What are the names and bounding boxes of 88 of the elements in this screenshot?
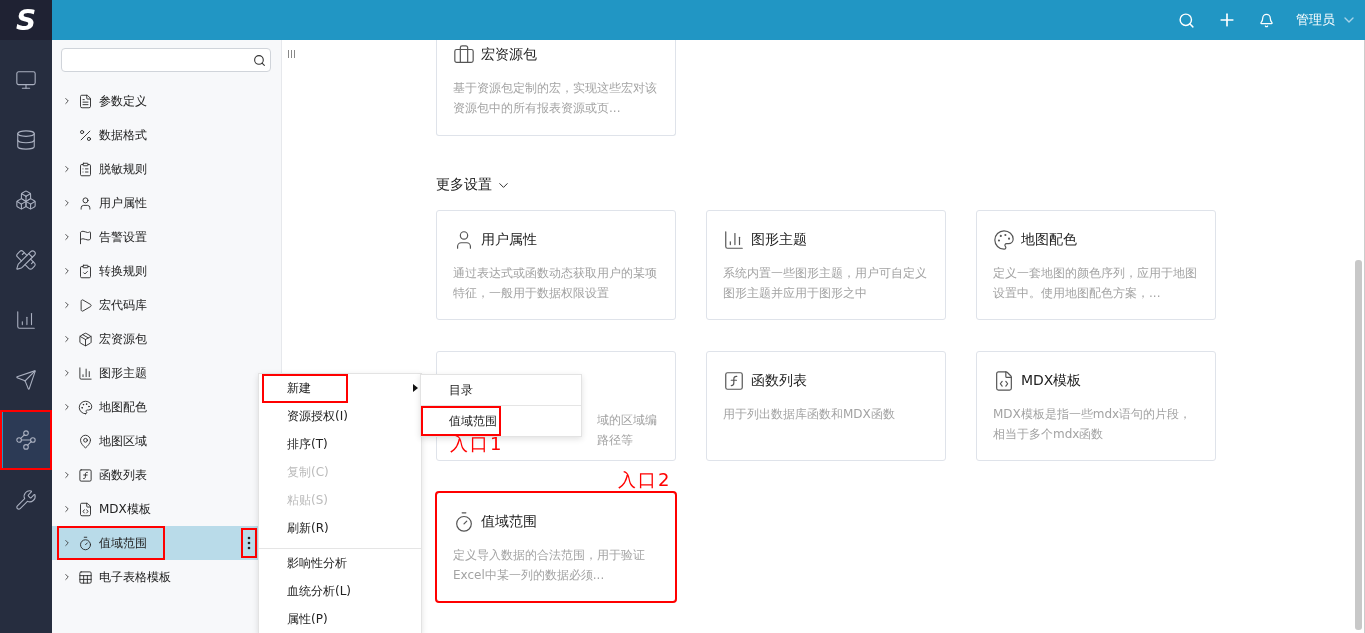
- palette-icon: [78, 399, 93, 415]
- chevron-icon: [62, 232, 72, 242]
- chevron-icon: [62, 334, 72, 344]
- card-description: 定义导入数据的合法范围，用于验证Excel中某一列的数据必须...: [453, 547, 646, 584]
- menu-item[interactable]: 目录: [421, 375, 581, 405]
- function-icon: [78, 467, 93, 483]
- card-title: 函数列表: [751, 372, 807, 390]
- search-icon: [253, 53, 266, 67]
- more-button[interactable]: [241, 528, 257, 558]
- send-icon: [15, 369, 37, 391]
- chevron-icon: [62, 164, 72, 174]
- chevron-icon: [62, 504, 72, 514]
- palette-icon: [993, 229, 1015, 251]
- waypoints-icon: [15, 429, 37, 451]
- section-toggle[interactable]: 更多设置: [436, 174, 511, 196]
- card-description: 路径等: [597, 432, 633, 449]
- chevron-icon: [62, 266, 72, 276]
- tree-item[interactable]: 转换规则: [52, 254, 281, 288]
- timer-icon: [78, 535, 93, 551]
- card[interactable]: 用户属性 通过表达式或函数动态获取用户的某项特征，一般用于数据权限设置: [436, 210, 676, 320]
- menu-item[interactable]: 影响性分析: [259, 548, 421, 577]
- tree-item[interactable]: 告警设置: [52, 220, 281, 254]
- card-description: 系统内置一些图形主题，用户可自定义图形主题并应用于图形之中: [723, 265, 928, 302]
- card-description: 基于资源包定制的宏，实现这些宏对该资源包中的所有报表资源或页...: [453, 80, 658, 117]
- clipboard-icon: [78, 161, 93, 177]
- chevron-icon: [62, 198, 72, 208]
- chevron-icon: [62, 402, 72, 412]
- card-title: 值域范围: [481, 513, 537, 531]
- percent-icon: [78, 127, 93, 143]
- chevron-icon: [62, 470, 72, 480]
- card[interactable]: 函数列表 用于列出数据库函数和MDX函数: [706, 351, 946, 461]
- chevron-icon: [62, 538, 72, 548]
- card-description: 定义一套地图的颜色序列，应用于地图设置中。使用地图配色方案，...: [993, 265, 1198, 302]
- card-title: 地图配色: [1021, 231, 1077, 249]
- card-title: 宏资源包: [481, 46, 537, 64]
- kebab-icon: [247, 536, 251, 550]
- tree-item[interactable]: 脱敏规则: [52, 152, 281, 186]
- briefcase-icon: [453, 44, 475, 66]
- pencil-ruler-icon: [15, 249, 37, 271]
- search-icon[interactable]: [1178, 11, 1195, 29]
- file-icon: [78, 93, 93, 109]
- grip-icon[interactable]: [288, 50, 295, 58]
- clipboard-check-icon: [78, 263, 93, 279]
- card[interactable]: 宏资源包 基于资源包定制的宏，实现这些宏对该资源包中的所有报表资源或页...: [436, 40, 676, 136]
- chart-icon: [78, 365, 93, 381]
- logo: S: [15, 3, 37, 37]
- menu-item[interactable]: 属性(P): [259, 605, 421, 633]
- chart-icon: [15, 309, 37, 331]
- tree-item[interactable]: 用户属性: [52, 186, 281, 220]
- card-description: MDX模板是指一些mdx语句的片段，相当于多个mdx函数: [993, 406, 1193, 443]
- annotation-label: 入口2: [618, 468, 672, 492]
- bell-icon[interactable]: [1259, 12, 1274, 28]
- chevron-icon: [62, 96, 72, 106]
- code-icon: [993, 370, 1015, 392]
- menu-item[interactable]: 值域范围: [421, 405, 581, 436]
- wrench-icon: [15, 489, 37, 511]
- sheet-icon: [78, 569, 93, 585]
- chart-icon: [723, 229, 745, 251]
- tree-item[interactable]: 数据格式: [52, 118, 281, 152]
- chevron-icon: [62, 368, 72, 378]
- chevron-icon: [62, 300, 72, 310]
- scrollbar[interactable]: [1355, 260, 1362, 630]
- flag-icon: [78, 229, 93, 245]
- card[interactable]: 地图配色 定义一套地图的颜色序列，应用于地图设置中。使用地图配色方案，...: [976, 210, 1216, 320]
- chevron-icon: [62, 572, 72, 582]
- search-field[interactable]: [61, 48, 271, 72]
- code-icon: [78, 501, 93, 517]
- card-title: 用户属性: [481, 231, 537, 249]
- card-description: 通过表达式或函数动态获取用户的某项特征，一般用于数据权限设置: [453, 265, 658, 302]
- boxes-icon: [15, 189, 37, 211]
- monitor-icon: [15, 69, 37, 91]
- function-icon: [723, 370, 745, 392]
- card-title: 图形主题: [751, 231, 807, 249]
- tree-item[interactable]: 宏资源包: [52, 322, 281, 356]
- card-title: MDX模板: [1021, 372, 1082, 390]
- card-description: 域的区域编: [597, 412, 657, 429]
- tree-item[interactable]: 参数定义: [52, 84, 281, 118]
- timer-icon: [453, 511, 475, 533]
- card-description: 用于列出数据库函数和MDX函数: [723, 406, 896, 423]
- card[interactable]: 值域范围 定义导入数据的合法范围，用于验证Excel中某一列的数据必须...: [436, 492, 676, 602]
- map-pin-icon: [78, 433, 93, 449]
- card[interactable]: MDX模板 MDX模板是指一些mdx语句的片段，相当于多个mdx函数: [976, 351, 1216, 461]
- package-icon: [78, 331, 93, 347]
- user-icon: [78, 195, 93, 211]
- tree-item[interactable]: 宏代码库: [52, 288, 281, 322]
- database-icon: [15, 129, 37, 151]
- card[interactable]: 图形主题 系统内置一些图形主题，用户可自定义图形主题并应用于图形之中: [706, 210, 946, 320]
- play-icon: [78, 297, 93, 313]
